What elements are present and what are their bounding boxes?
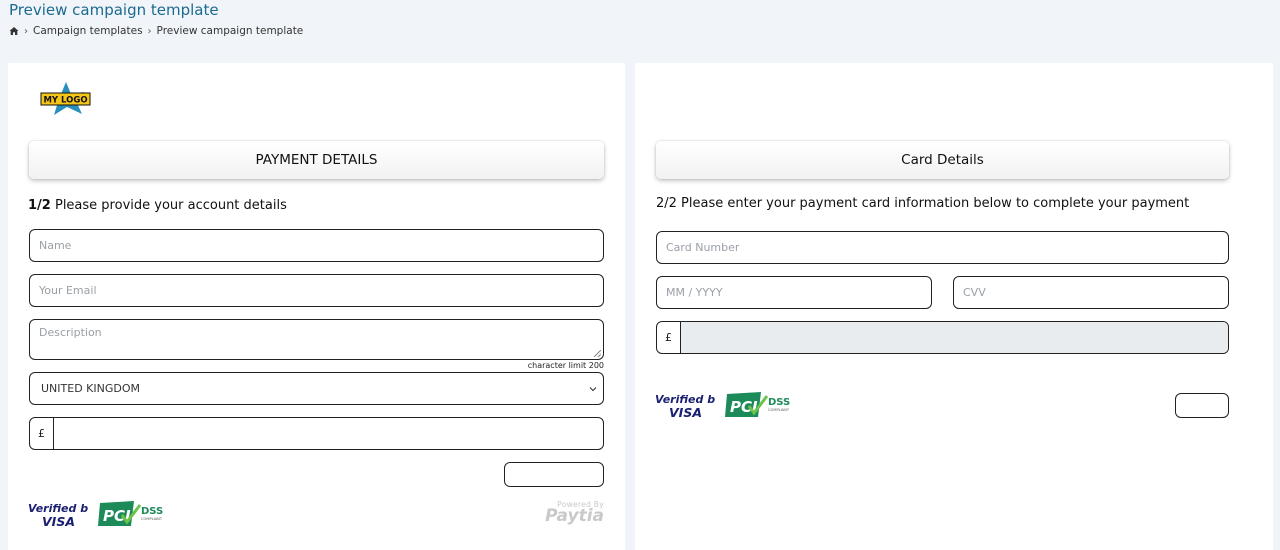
verified-by-visa-icon: Verified by VISA	[28, 502, 88, 528]
name-input[interactable]: Name	[29, 229, 604, 262]
submit-button[interactable]	[504, 462, 604, 487]
visa-text: VISA	[42, 514, 75, 528]
country-select[interactable]: UNITED KINGDOM	[29, 372, 604, 405]
compliant-text: COMPLIANT	[141, 517, 163, 521]
step-1-text: 1/2 Please provide your account details	[28, 198, 287, 213]
country-selected-value: UNITED KINGDOM	[41, 382, 140, 395]
breadcrumb-item-campaign-templates[interactable]: Campaign templates	[33, 25, 143, 37]
email-input[interactable]: Your Email	[29, 274, 604, 307]
verified-by-visa-icon: Verified by VISA	[655, 393, 715, 419]
card-amount-field: £	[656, 321, 1229, 354]
card-number-placeholder: Card Number	[666, 241, 740, 254]
pay-button[interactable]	[1175, 393, 1229, 418]
breadcrumb-item-preview: Preview campaign template	[156, 25, 304, 37]
amount-input[interactable]	[54, 418, 603, 449]
dss-text: DSS	[768, 397, 790, 408]
name-placeholder: Name	[39, 239, 72, 252]
description-textarea[interactable]: Description	[29, 319, 604, 360]
payment-details-header: PAYMENT DETAILS	[29, 141, 604, 179]
breadcrumb-separator: ›	[24, 25, 28, 37]
cvv-placeholder: CVV	[963, 286, 986, 299]
card-details-header: Card Details	[656, 141, 1229, 179]
expiry-placeholder: MM / YYYY	[666, 286, 723, 299]
breadcrumb-separator: ›	[147, 25, 152, 37]
card-details-panel: Card Details 2/2 Please enter your payme…	[635, 63, 1273, 550]
description-placeholder: Description	[39, 326, 102, 339]
step-2-text: 2/2 Please enter your payment card infor…	[656, 196, 1190, 211]
email-placeholder: Your Email	[39, 284, 97, 297]
chevron-down-icon	[589, 387, 597, 392]
compliant-text: COMPLIANT	[768, 408, 790, 412]
powered-by-paytia-logo: Powered By Paytia	[545, 500, 604, 526]
currency-symbol: £	[657, 322, 681, 353]
card-number-input[interactable]: Card Number	[656, 231, 1229, 264]
card-amount-input	[681, 322, 1228, 353]
paytia-brand: Paytia	[545, 506, 604, 526]
breadcrumb: › Campaign templates › Preview campaign …	[9, 25, 303, 37]
visa-text: VISA	[669, 405, 702, 419]
cvv-input[interactable]: CVV	[953, 276, 1229, 309]
amount-field[interactable]: £	[29, 417, 604, 450]
resize-handle-icon[interactable]	[594, 350, 601, 357]
pci-dss-compliant-icon: PCI DSS COMPLIANT	[98, 501, 163, 526]
character-limit-note: character limit 200	[527, 361, 604, 370]
currency-symbol: £	[30, 418, 54, 449]
dss-text: DSS	[141, 506, 163, 517]
pci-dss-compliant-icon: PCI DSS COMPLIANT	[725, 392, 790, 417]
logo-text: MY LOGO	[43, 96, 87, 106]
payment-details-panel: MY LOGO PAYMENT DETAILS 1/2 Please provi…	[8, 63, 625, 550]
page-title: Preview campaign template	[9, 1, 219, 19]
my-logo: MY LOGO	[40, 82, 91, 115]
expiry-input[interactable]: MM / YYYY	[656, 276, 932, 309]
step-instruction: Please provide your account details	[54, 198, 287, 213]
home-icon[interactable]	[9, 26, 19, 36]
step-number: 1/2	[28, 198, 51, 213]
